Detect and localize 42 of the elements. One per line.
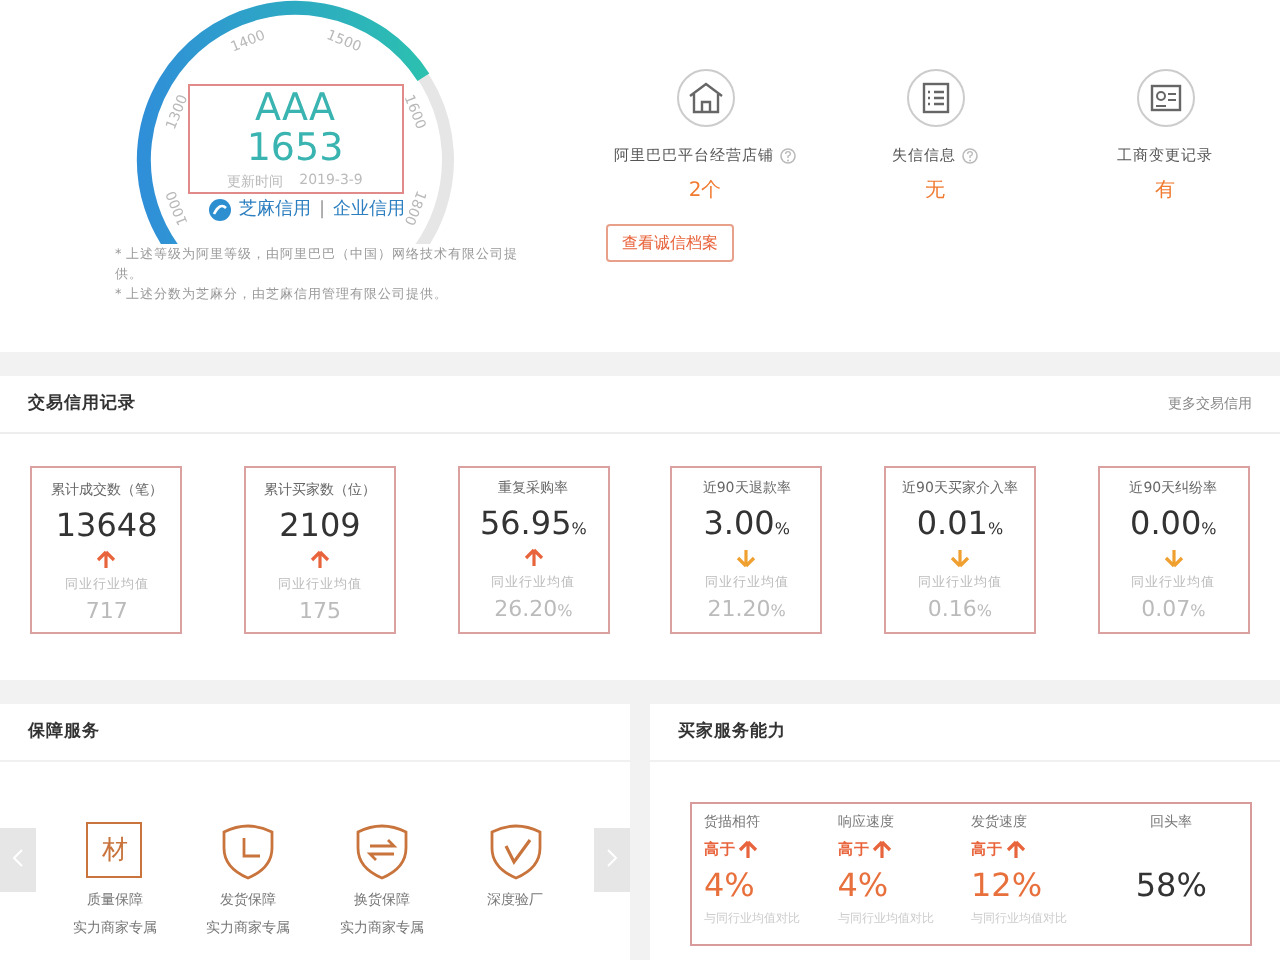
stat-value: 13648 [55, 505, 158, 543]
info-value: 无 [925, 178, 945, 204]
compare-value: 0.07% [1141, 598, 1206, 622]
logo-product: 企业信用 [333, 199, 406, 220]
info-value: 有 [1155, 178, 1175, 204]
metric-value: 4% [837, 868, 891, 904]
view-archive-button[interactable]: 查看诚信档案 [606, 224, 734, 262]
shield-clock-icon [218, 820, 279, 880]
shield-swap-icon [351, 820, 412, 880]
logo-separator: | [319, 199, 326, 219]
previous-button[interactable] [0, 828, 36, 892]
card-icon [1135, 68, 1195, 128]
shop-icon [675, 68, 735, 128]
metric-value: 58% [1135, 868, 1207, 904]
next-button[interactable] [594, 828, 630, 892]
section-title: 保障服务 [28, 720, 100, 744]
stat-value: 0.00% [1130, 504, 1217, 542]
compare-value: 175 [298, 599, 341, 621]
info-value: 2个 [688, 178, 722, 204]
help-icon[interactable] [962, 148, 978, 164]
credit-score: 1653 [246, 127, 344, 167]
chevron-right-icon [606, 847, 618, 867]
list-icon [905, 68, 965, 128]
logo-icon [207, 197, 231, 221]
compare-value: 21.20% [707, 598, 786, 622]
shield-check-icon [485, 820, 546, 880]
metric-value: 4% [704, 868, 757, 904]
material-icon: 材 [86, 822, 143, 878]
stat-value: 3.00% [703, 504, 790, 542]
credit-rating: AAA [254, 87, 336, 127]
stat-value: 2109 [279, 505, 361, 543]
help-icon[interactable] [780, 148, 796, 164]
section-title: 买家服务能力 [678, 720, 786, 744]
chevron-left-icon [12, 847, 24, 867]
compare-value: 717 [85, 599, 128, 621]
compare-value: 26.20% [494, 598, 573, 622]
stat-value: 56.95% [479, 504, 587, 542]
compare-value: 0.16% [927, 598, 993, 622]
logo-name: 芝麻信用 [239, 197, 311, 222]
metric-value: 12% [971, 868, 1045, 904]
section-title: 交易信用记录 [28, 392, 136, 416]
stat-value: 0.01% [916, 504, 1004, 542]
